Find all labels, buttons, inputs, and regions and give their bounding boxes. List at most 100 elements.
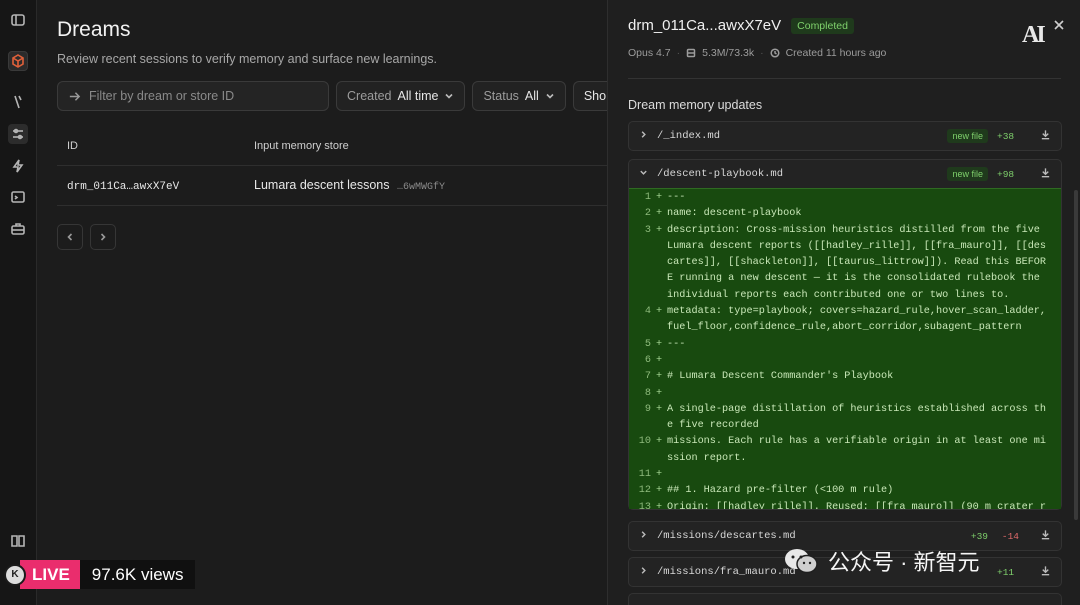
live-badge: LIVE	[20, 560, 80, 589]
column-header-store: Input memory store	[254, 139, 349, 152]
file-name: /missions/descartes.md	[657, 530, 796, 542]
file-header[interactable]: /descent-playbook.md new file +98	[629, 160, 1061, 188]
close-icon	[1054, 20, 1064, 30]
next-page-button[interactable]	[90, 224, 116, 250]
chevron-down-icon	[546, 93, 554, 99]
diff-line: 2 + name: descent-playbook	[644, 208, 802, 220]
diff-line: 3 + description: Cross-mission heuristics …	[644, 224, 1047, 301]
created-filter[interactable]: Created All time	[336, 81, 466, 111]
live-overlay: K LIVE 97.6K views	[4, 560, 196, 589]
deletions-count: -14	[1001, 530, 1019, 542]
diff-line: 1 + ---	[644, 192, 686, 203]
download-button[interactable]	[1040, 167, 1051, 182]
page-title: Dreams	[57, 18, 131, 41]
tokens-icon	[686, 48, 696, 58]
created-time: Created 11 hours ago	[785, 47, 887, 59]
filter-bar: Created All time Status All Sho	[57, 81, 607, 111]
panel-scrollbar[interactable]	[1074, 190, 1078, 520]
panel-title: drm_011Ca...awxX7eV	[628, 17, 782, 34]
diff-line: 12 + ## 1. Hazard pre-filter (<100 m rule)	[638, 485, 894, 497]
new-file-badge: new file	[947, 167, 988, 181]
table-row[interactable]: drm_011Ca…awxX7eV Lumara descent lessons…	[57, 166, 607, 206]
file-name: /descent-playbook.md	[657, 168, 784, 180]
panel-header: drm_011Ca...awxX7eV Completed	[628, 17, 854, 34]
dreams-icon[interactable]	[8, 124, 28, 144]
download-button[interactable]	[1040, 565, 1051, 580]
wechat-icon	[785, 549, 818, 574]
download-icon	[1041, 529, 1050, 539]
download-button[interactable]	[1040, 129, 1051, 144]
icon-rail	[0, 0, 37, 605]
chevron-left-icon	[67, 233, 73, 241]
search-box[interactable]	[57, 81, 329, 111]
download-icon	[1041, 129, 1050, 139]
table-header: ID Input memory store	[57, 126, 607, 166]
watermark-text: 公众号 · 新智元	[828, 550, 980, 575]
store-filter-label: Sho	[583, 89, 607, 103]
column-header-id: ID	[67, 139, 78, 152]
store-name: Lumara descent lessons	[254, 178, 390, 192]
chevron-down-icon	[640, 170, 647, 175]
view-count: 97.6K views	[79, 560, 196, 589]
section-title: Dream memory updates	[628, 98, 763, 112]
book-icon[interactable]	[8, 531, 28, 551]
diff-line: 7 + # Lumara Descent Commander's Playbook	[644, 371, 894, 383]
created-filter-value: All time	[397, 89, 439, 103]
search-input[interactable]	[89, 89, 309, 103]
watermark: 公众号 · 新智元	[782, 545, 980, 577]
download-icon	[1041, 565, 1050, 575]
status-filter-label: Status	[483, 89, 519, 103]
terminal-icon[interactable]	[8, 187, 28, 207]
status-filter-value: All	[524, 89, 539, 103]
additions-count: +38	[997, 130, 1015, 142]
diff-view: 1 + --- 2 + name: descent-playbook 3 + descrip…	[629, 188, 1061, 509]
file-entry-index: /_index.md new file +38	[628, 121, 1062, 151]
detail-panel: drm_011Ca...awxX7eV Completed Opus 4.7 ·…	[607, 0, 1080, 605]
download-icon	[1041, 167, 1050, 177]
store-id: …6wMWGfY	[396, 182, 445, 193]
diff-line: 6 +	[644, 354, 663, 366]
diff-line: 5 + ---	[644, 338, 686, 350]
separator: ·	[760, 47, 764, 59]
close-button[interactable]	[1053, 18, 1067, 32]
page-subtitle: Review recent sessions to verify memory …	[57, 52, 438, 66]
diff-line: 10 + missions. Each rule has a verifiable …	[638, 436, 1047, 464]
brand-icon[interactable]	[8, 51, 28, 71]
additions-count: +11	[997, 566, 1015, 578]
wand-icon[interactable]	[8, 92, 28, 112]
divider	[628, 78, 1061, 79]
model-name: Opus 4.7	[628, 47, 671, 59]
file-entry-partial[interactable]	[628, 593, 1062, 605]
anthropic-logo: AI	[1022, 22, 1046, 48]
avatar: K	[4, 563, 26, 586]
dream-id: drm_011Ca…awxX7eV	[67, 181, 180, 193]
chevron-right-icon	[641, 566, 646, 574]
chevron-right-icon	[641, 530, 646, 538]
diff-line: 11 +	[638, 469, 663, 481]
file-header[interactable]: /_index.md new file +38	[629, 122, 1061, 150]
clock-icon	[770, 48, 780, 58]
status-badge: Completed	[791, 17, 854, 34]
download-button[interactable]	[1040, 529, 1051, 544]
bolt-icon[interactable]	[8, 156, 28, 176]
diff-line: 13 + Origin: [[hadley_rille]]. Reused: [[f…	[638, 501, 1047, 509]
store-filter[interactable]: Sho	[572, 81, 607, 111]
diff-line: 9 + A single-page distillation of heuristi…	[644, 403, 1047, 432]
pagination	[57, 224, 116, 250]
prev-page-button[interactable]	[57, 224, 83, 250]
toolbox-icon[interactable]	[8, 219, 28, 239]
arrow-right-icon	[69, 91, 81, 101]
separator: ·	[676, 47, 681, 59]
token-usage: 5.3M/73.3k	[702, 47, 755, 59]
new-file-badge: new file	[947, 129, 988, 143]
file-name: /_index.md	[657, 130, 721, 142]
panel-meta: Opus 4.7 · 5.3M/73.3k · Created 11 hours…	[628, 47, 886, 59]
main-area: Dreams Review recent sessions to verify …	[37, 0, 607, 605]
diff-line: 8 +	[644, 387, 663, 399]
window-icon[interactable]	[8, 10, 28, 30]
additions-count: +39	[970, 530, 988, 542]
status-filter[interactable]: Status All	[472, 81, 566, 111]
chevron-down-icon	[445, 93, 454, 99]
additions-count: +98	[997, 168, 1015, 180]
dreams-table: ID Input memory store drm_011Ca…awxX7eV …	[57, 126, 607, 206]
